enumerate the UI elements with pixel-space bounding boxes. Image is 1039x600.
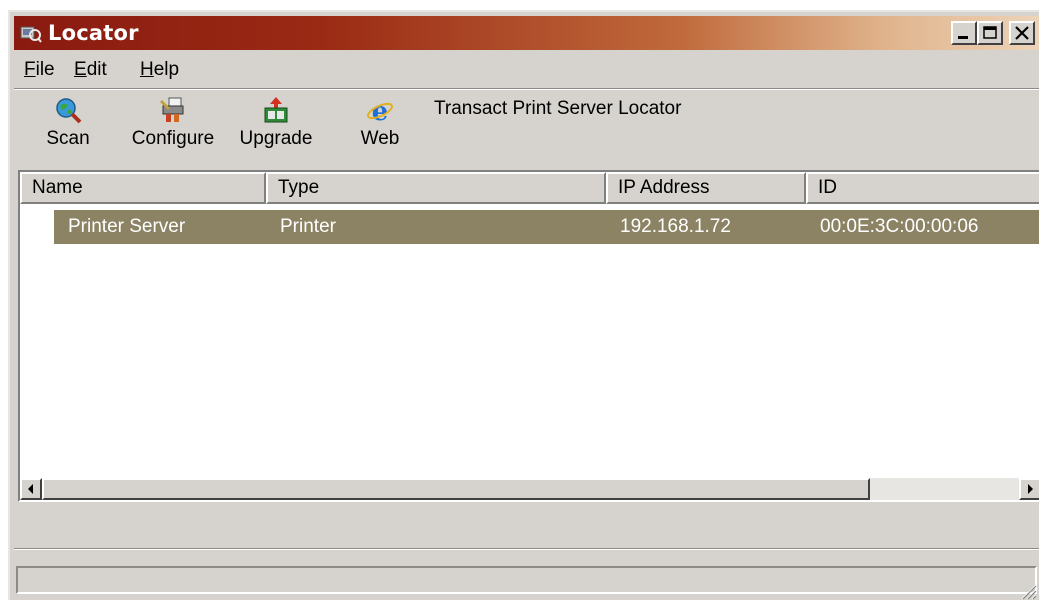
scrollbar-thumb[interactable] [42, 478, 870, 500]
cell-name: Printer Server [68, 216, 186, 237]
locator-app-icon [20, 26, 42, 43]
close-icon [1015, 26, 1029, 40]
locator-window: Locator File Edit Help Scan Configure Up… [8, 10, 1039, 600]
close-button[interactable] [1009, 21, 1035, 45]
list-header: Name Type IP Address ID [20, 172, 1039, 204]
column-header-type[interactable]: Type [266, 172, 606, 204]
column-header-ip-address[interactable]: IP Address [606, 172, 806, 204]
svg-text:e: e [372, 97, 389, 124]
title-bar[interactable]: Locator [14, 16, 1039, 50]
internet-explorer-icon: e [367, 97, 393, 124]
scan-label: Scan [46, 128, 90, 149]
menu-file-rest: ile [35, 59, 55, 80]
menu-edit-accel: E [74, 59, 87, 80]
maximize-icon [983, 26, 997, 39]
menu-help-rest: elp [153, 59, 180, 80]
arrow-left-icon [28, 484, 33, 494]
upgrade-label: Upgrade [239, 128, 313, 149]
web-button[interactable]: e Web [352, 96, 408, 150]
menu-edit-rest: dit [86, 59, 107, 80]
device-list[interactable]: Name Type IP Address ID Printer Server P… [18, 170, 1039, 502]
scan-button[interactable]: Scan [38, 96, 98, 150]
toolbar-title: Transact Print Server Locator [434, 98, 682, 119]
scan-icon [56, 98, 82, 124]
web-label: Web [360, 128, 400, 149]
configure-label: Configure [131, 128, 215, 149]
window-title: Locator [48, 21, 139, 45]
scroll-right-button[interactable] [1019, 478, 1039, 500]
menu-separator [14, 88, 1039, 90]
arrow-right-icon [1028, 484, 1033, 494]
maximize-button[interactable] [977, 21, 1003, 45]
minimize-icon [958, 36, 968, 39]
cell-type: Printer [280, 216, 336, 237]
menu-file-accel: F [24, 59, 36, 80]
column-header-id[interactable]: ID [806, 172, 1039, 204]
menu-help[interactable]: Help [140, 59, 179, 81]
minimize-button[interactable] [951, 21, 977, 45]
cell-id: 00:0E:3C:00:00:06 [820, 216, 979, 237]
menu-edit[interactable]: Edit [74, 59, 107, 81]
menu-bar: File Edit Help [14, 54, 1039, 84]
table-row[interactable]: Printer Server Printer 192.168.1.72 00:0… [54, 210, 1039, 244]
configure-button[interactable]: Configure [126, 96, 220, 150]
status-separator [14, 548, 1039, 550]
status-bar [16, 566, 1037, 594]
upgrade-button[interactable]: Upgrade [232, 96, 320, 150]
menu-help-accel: H [140, 59, 154, 80]
horizontal-scrollbar[interactable] [20, 478, 1039, 500]
resize-grip-icon[interactable] [1017, 580, 1037, 600]
column-header-name[interactable]: Name [20, 172, 266, 204]
menu-file[interactable]: File [24, 59, 55, 81]
toolbar: Scan Configure Upgrade e Web Transact Pr… [14, 92, 1039, 170]
cell-ip-address: 192.168.1.72 [620, 216, 731, 237]
upgrade-icon [264, 97, 288, 123]
scroll-left-button[interactable] [20, 478, 42, 500]
configure-icon [159, 97, 184, 122]
